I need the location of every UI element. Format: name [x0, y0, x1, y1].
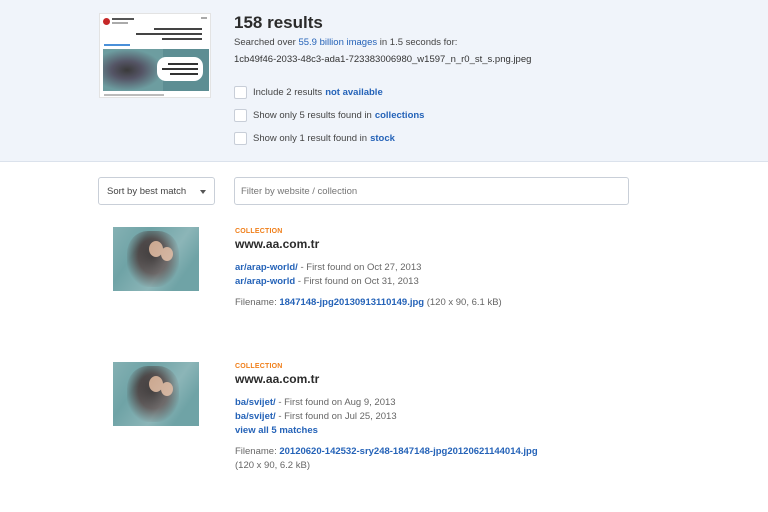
tweet-avatar — [103, 18, 110, 25]
result-tag: COLLECTION — [235, 228, 283, 235]
match-link[interactable]: ba/svijet/ — [235, 397, 276, 408]
checkbox[interactable] — [234, 131, 247, 145]
filename-link[interactable]: 20120620-142532-sry248-1847148-jpg201206… — [279, 446, 537, 457]
view-all-matches-link[interactable]: view all 5 matches — [235, 425, 318, 436]
result-filename: Filename: 20120620-142532-sry248-1847148… — [235, 446, 538, 457]
match-row: ba/svijet/ - First found on Jul 25, 2013 — [235, 411, 397, 422]
view-all-row: view all 5 matches — [235, 425, 318, 436]
result-filename-meta: (120 x 90, 6.2 kB) — [235, 460, 310, 471]
result-domain: www.aa.com.tr — [235, 237, 320, 251]
filename-link[interactable]: 1847148-jpg20130913110149.jpg — [279, 297, 424, 308]
match-link[interactable]: ar/arap-world/ — [235, 262, 298, 273]
result-domain: www.aa.com.tr — [235, 372, 320, 386]
result-thumbnail[interactable] — [113, 362, 199, 426]
speech-bubble — [157, 57, 203, 81]
match-row: ba/svijet/ - First found on Aug 9, 2013 — [235, 397, 396, 408]
result-tag: COLLECTION — [235, 363, 283, 370]
match-link[interactable]: ba/svijet/ — [235, 411, 276, 422]
search-summary-panel: 158 results Searched over 55.9 billion i… — [0, 0, 768, 162]
option-collections-only[interactable]: Show only 5 results found in collections — [234, 108, 424, 122]
option-include-unavailable[interactable]: Include 2 results not available — [234, 85, 383, 99]
chevron-down-icon — [200, 190, 206, 194]
tweet-embedded-image — [103, 49, 209, 91]
search-stats: Searched over 55.9 billion images in 1.5… — [234, 37, 458, 48]
match-row: ar/arap-world - First found on Oct 31, 2… — [235, 276, 419, 287]
result-filename: Filename: 1847148-jpg20130913110149.jpg … — [235, 297, 502, 308]
collections-link[interactable]: collections — [375, 110, 425, 121]
result-thumbnail[interactable] — [113, 227, 199, 291]
match-row: ar/arap-world/ - First found on Oct 27, … — [235, 262, 422, 273]
stock-link[interactable]: stock — [370, 133, 395, 144]
checkbox[interactable] — [234, 85, 247, 99]
match-link[interactable]: ar/arap-world — [235, 276, 295, 287]
sort-dropdown[interactable]: Sort by best match — [98, 177, 215, 205]
filter-input[interactable] — [234, 177, 629, 205]
results-count: 158 results — [234, 13, 323, 32]
query-filename: 1cb49f46-2033-48c3-ada1-723383006980_w15… — [234, 54, 532, 65]
index-size-link[interactable]: 55.9 billion images — [298, 37, 377, 48]
option-stock-only[interactable]: Show only 1 result found in stock — [234, 131, 395, 145]
not-available-link[interactable]: not available — [325, 87, 383, 98]
checkbox[interactable] — [234, 108, 247, 122]
query-image-thumbnail[interactable] — [99, 13, 211, 98]
